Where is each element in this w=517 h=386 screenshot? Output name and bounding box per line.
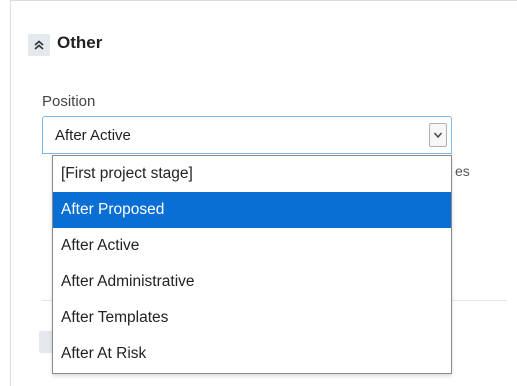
double-chevron-up-icon	[33, 39, 45, 51]
dropdown-option[interactable]: [First project stage]	[53, 156, 451, 192]
chevron-down-icon[interactable]	[429, 123, 447, 147]
position-dropdown-list: [First project stage] After Proposed Aft…	[52, 155, 452, 374]
section-title: Other	[57, 33, 103, 52]
dropdown-option[interactable]: After Active	[53, 228, 451, 264]
collapse-section-button[interactable]	[28, 34, 50, 56]
dropdown-option[interactable]: After At Risk	[53, 336, 451, 372]
obscured-text: es	[455, 163, 470, 179]
dropdown-option[interactable]: After Templates	[53, 300, 451, 336]
dropdown-option-highlighted[interactable]: After Proposed	[53, 192, 451, 228]
dropdown-option[interactable]: After Administrative	[53, 264, 451, 300]
position-select[interactable]: After Active	[42, 116, 452, 154]
position-label: Position	[42, 93, 96, 110]
position-select-value: After Active	[55, 127, 131, 144]
